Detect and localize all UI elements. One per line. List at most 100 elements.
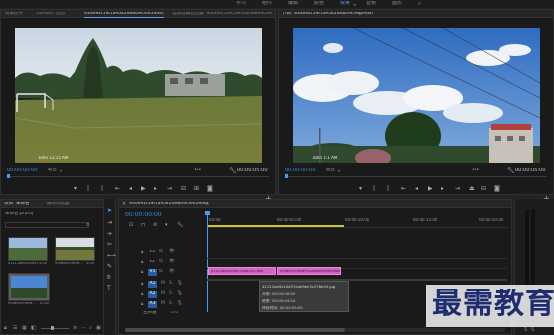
eye-icon[interactable]: 👁︎ (169, 249, 175, 254)
tab-lumetri-scopes[interactable]: Lumetri 范围 (37, 12, 65, 17)
solo-icon[interactable]: S (531, 327, 534, 333)
program-resolution[interactable]: 1/2 (472, 168, 479, 173)
source-scrubber[interactable] (7, 176, 269, 177)
program-timecode[interactable]: 00:00:00:00 (285, 168, 316, 173)
go-to-in-icon[interactable]: | (387, 185, 389, 192)
export-frame-icon[interactable]: ◙ (494, 185, 500, 192)
pen-tool-icon[interactable]: ✎ (107, 263, 112, 270)
mic-icon[interactable]: 🎙︎ (177, 301, 183, 306)
project-item-thumb-3[interactable] (8, 273, 50, 301)
eye-icon[interactable]: 👁︎ (169, 259, 175, 264)
source-resolution[interactable]: 1/2 (194, 168, 201, 173)
step-forward-icon[interactable]: ▸ (441, 185, 444, 192)
track-label-a1[interactable]: A1 (148, 281, 157, 288)
source-playhead[interactable] (7, 174, 10, 178)
track-label-a2[interactable]: A2 (148, 291, 157, 298)
mark-in-icon[interactable]: ▾ (74, 185, 77, 192)
go-to-in-icon[interactable]: | (101, 185, 103, 192)
timeline-scrollbar[interactable] (125, 328, 505, 332)
lock-icon[interactable]: 🔒︎ (141, 249, 143, 255)
solo-icon[interactable]: S (169, 291, 172, 296)
mark-out-icon[interactable]: | (87, 185, 89, 192)
time-ruler[interactable]: 00:00 00:00:05:00 00:00:10:00 00:00:15:0… (207, 212, 507, 228)
lock-icon[interactable]: 🔒︎ (141, 291, 143, 297)
lock-icon[interactable]: 🔒︎ (141, 301, 143, 307)
work-area-bar[interactable] (207, 225, 344, 227)
project-search-input[interactable] (5, 222, 89, 228)
wrench-icon[interactable]: 🔧︎ (507, 167, 515, 174)
mute-icon[interactable]: M (161, 301, 165, 306)
overwrite-icon[interactable]: ⊞ (194, 185, 199, 192)
go-to-in-point-icon[interactable]: ⇤ (115, 185, 120, 192)
tab-sequence[interactable]: 93de92f59cfa9542de809cfee59a4f (129, 202, 208, 207)
workspace-learn[interactable]: 学习 (236, 1, 246, 6)
play-icon[interactable]: ▶ (141, 185, 146, 192)
timeline-clip[interactable]: 41112da92c0e57a4e3c27864 (208, 267, 276, 275)
tab-media-browser[interactable]: 媒体浏览器 (47, 202, 70, 207)
master-volume[interactable]: 0.0 (171, 311, 178, 316)
workspace-editing[interactable]: 编辑 (288, 1, 298, 6)
sort-icon[interactable]: ≡ (73, 325, 77, 331)
step-back-icon[interactable]: ◂ (415, 185, 418, 192)
mark-in-icon[interactable]: ▾ (359, 185, 362, 192)
search-icon[interactable]: ⌕ (89, 325, 92, 331)
lift-icon[interactable]: ⏏ (469, 185, 475, 192)
hand-tool-icon[interactable]: ✋︎ (107, 274, 110, 282)
workspace-effects[interactable]: 效果 (340, 1, 350, 6)
mute-icon[interactable]: M (161, 281, 165, 286)
snap-icon[interactable]: ⊓ (141, 222, 145, 228)
tab-audio-clip-mixer[interactable]: 音频剪辑混合器: 93de92f59cfa9542de809cfee59a4f (172, 12, 272, 17)
mark-out-icon[interactable]: | (373, 185, 375, 192)
project-item-thumb-2[interactable] (55, 237, 95, 261)
sync-lock-icon[interactable]: ⇆ (159, 269, 163, 274)
mute-icon[interactable]: M (161, 291, 165, 296)
track-select-tool-icon[interactable]: ⇥ (107, 219, 112, 226)
eye-icon[interactable]: 👁︎ (169, 269, 175, 274)
workspace-audio[interactable]: 音频 (366, 1, 376, 6)
zoom-slider-handle[interactable] (51, 326, 54, 330)
go-to-in-point-icon[interactable]: ⇤ (401, 185, 406, 192)
workspace-graphics[interactable]: 图形 (392, 1, 402, 6)
insert-icon[interactable]: ⊟ (181, 185, 186, 192)
ripple-edit-tool-icon[interactable]: ⟛ (107, 230, 112, 238)
workspace-color[interactable]: 颜色 (314, 1, 324, 6)
more-workspaces-icon[interactable]: » (418, 1, 421, 7)
timeline-clip[interactable]: 93de92f59cfa9542de809cfee59a4f (277, 267, 341, 275)
timeline-playhead[interactable] (207, 212, 208, 312)
chevron-down-icon[interactable]: ▾ (338, 168, 340, 173)
tab-source-clip[interactable]: 93de92f59cfa9542de809cfee59a4f.jpg (84, 12, 164, 18)
tab-effect-controls[interactable]: 效果控件 (5, 12, 23, 17)
playhead-handle[interactable] (205, 211, 210, 215)
timeline-timecode[interactable]: 00:00:00:00 (125, 212, 162, 218)
automate-icon[interactable]: ⋯ (81, 325, 86, 331)
slip-tool-icon[interactable]: ⟷ (107, 252, 116, 259)
solo-icon[interactable]: S (169, 301, 172, 306)
mic-icon[interactable]: 🎙︎ (177, 281, 183, 286)
solo-icon[interactable]: S (169, 281, 172, 286)
linked-selection-icon[interactable]: ⊘ (153, 222, 157, 228)
freeform-view-icon[interactable]: ◧ (31, 325, 36, 331)
solo-icon[interactable]: S (524, 327, 527, 333)
step-forward-icon[interactable]: ▸ (154, 185, 157, 192)
lock-icon[interactable]: 🔒︎ (141, 269, 143, 275)
menu-icon[interactable]: ≡ (353, 2, 356, 7)
selection-tool-icon[interactable]: ➤ (107, 207, 112, 214)
close-icon[interactable]: × (122, 201, 126, 207)
search-icon[interactable]: ⌕ (86, 221, 89, 229)
lock-icon[interactable]: 🔒︎ (141, 281, 143, 287)
menu-icon[interactable]: ≡ (358, 11, 362, 17)
mic-icon[interactable]: 🎙︎ (177, 291, 183, 296)
source-fit-select[interactable]: 适合 (48, 168, 57, 173)
new-item-icon[interactable]: ▣ (96, 325, 101, 331)
track-label-v1[interactable]: V1 (148, 269, 157, 276)
export-frame-icon[interactable]: ◙ (207, 185, 213, 192)
sync-lock-icon[interactable]: ⇆ (159, 249, 163, 254)
extract-icon[interactable]: ⊟ (481, 185, 486, 192)
source-timecode[interactable]: 00:00:00:00 (7, 168, 38, 173)
project-item-thumb-1[interactable] (8, 237, 48, 261)
scrollbar-thumb[interactable] (125, 328, 345, 332)
program-video-frame[interactable]: Bitin 1:1 AM (293, 28, 540, 163)
wrench-icon[interactable]: 🔧︎ (177, 222, 183, 228)
type-tool-icon[interactable]: T (107, 285, 111, 292)
chevron-down-icon[interactable]: ▾ (60, 168, 62, 173)
